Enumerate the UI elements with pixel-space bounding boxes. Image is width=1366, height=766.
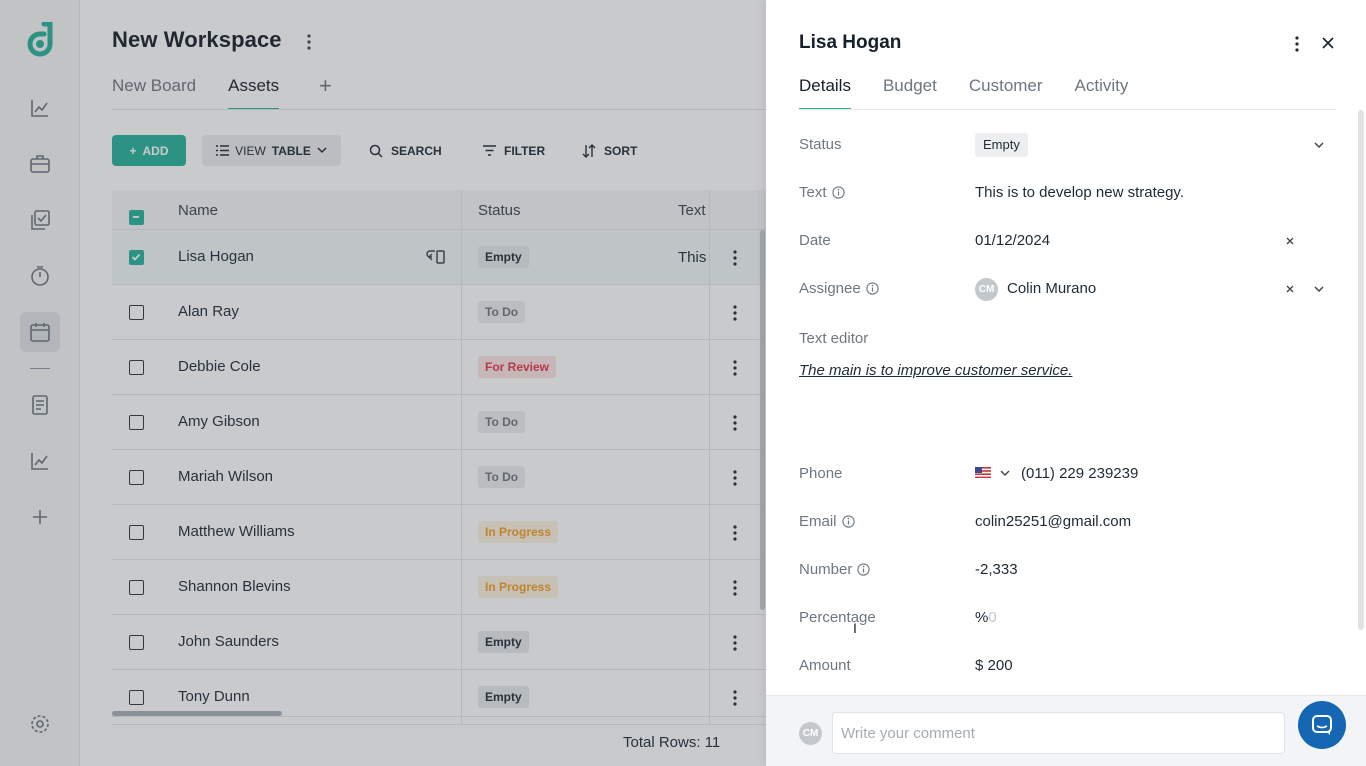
text-label: Text (799, 184, 845, 201)
modal-backdrop[interactable] (0, 0, 766, 766)
date-label: Date (799, 232, 831, 249)
number-field[interactable]: -2,333 (975, 561, 1018, 578)
drawer-title: Lisa Hogan (799, 32, 902, 53)
tab-activity[interactable]: Activity (1075, 76, 1129, 110)
percentage-label-text: Percentage (799, 609, 876, 626)
more-options-icon[interactable] (1291, 35, 1303, 53)
tab-customer[interactable]: Customer (969, 76, 1043, 110)
comment-bar: CM (766, 695, 1366, 766)
percentage-label: Percentage (799, 609, 876, 626)
record-drawer: Lisa Hogan Details Budget Customer Activ… (766, 0, 1366, 766)
date-field[interactable]: 01/12/2024 (975, 232, 1050, 249)
status-label-text: Status (799, 136, 842, 153)
comment-input[interactable] (832, 712, 1285, 754)
info-icon[interactable] (866, 282, 879, 295)
chevron-down-icon[interactable] (1313, 285, 1325, 293)
tab-details[interactable]: Details (799, 76, 851, 110)
text-label-text: Text (799, 184, 827, 201)
drawer-scrollbar[interactable] (1358, 110, 1364, 630)
percentage-placeholder: 0 (988, 609, 997, 626)
text-field[interactable]: This is to develop new strategy. (975, 184, 1184, 201)
amount-label-text: Amount (799, 657, 851, 674)
assignee-label-text: Assignee (799, 280, 861, 297)
number-label-text: Number (799, 561, 853, 578)
assignee-avatar: CM (975, 278, 998, 301)
assignee-select[interactable]: Colin Murano (1007, 280, 1096, 297)
chevron-down-icon[interactable] (1000, 470, 1010, 477)
us-flag-icon[interactable] (975, 467, 991, 478)
info-icon[interactable] (857, 563, 871, 576)
chat-button[interactable] (1298, 701, 1346, 749)
tab-budget[interactable]: Budget (883, 76, 937, 110)
percent-symbol: % (975, 609, 989, 626)
number-label: Number (799, 561, 871, 578)
text-cursor-icon: I (853, 620, 857, 636)
assignee-label: Assignee (799, 280, 879, 297)
amount-field[interactable]: $ 200 (975, 657, 1013, 674)
email-field[interactable]: colin25251@gmail.com (975, 513, 1131, 530)
phone-label: Phone (799, 465, 842, 482)
text-editor-content[interactable]: The main is to improve customer service. (799, 362, 1072, 379)
status-select[interactable]: Empty (975, 133, 1028, 157)
info-icon[interactable] (831, 186, 845, 199)
text-editor-label: Text editor (799, 330, 868, 347)
email-label: Email (799, 513, 855, 530)
email-label-text: Email (799, 513, 837, 530)
clear-assignee-icon[interactable] (1285, 284, 1295, 294)
status-label: Status (799, 136, 842, 153)
text-editor-label-text: Text editor (799, 330, 869, 347)
commenter-avatar: CM (799, 722, 822, 745)
close-icon[interactable] (1319, 34, 1337, 52)
drawer-tabs-divider (799, 109, 1335, 110)
phone-field[interactable]: (011) 229 239239 (1021, 465, 1138, 482)
chat-icon (1312, 715, 1332, 735)
phone-label-text: Phone (799, 465, 843, 482)
percentage-field[interactable]: %0 (975, 609, 997, 626)
clear-date-icon[interactable] (1285, 236, 1295, 246)
drawer-tabs: Details Budget Customer Activity (799, 76, 1160, 110)
info-icon[interactable] (841, 515, 855, 528)
chevron-down-icon[interactable] (1313, 141, 1325, 149)
date-label-text: Date (799, 232, 831, 249)
amount-label: Amount (799, 657, 851, 674)
